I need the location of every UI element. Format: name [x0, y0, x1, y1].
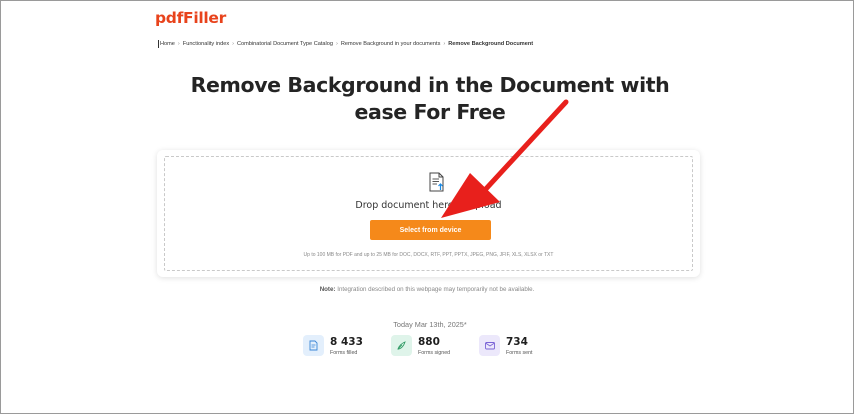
breadcrumb-home[interactable]: Home — [160, 41, 175, 47]
breadcrumb-separator: › — [336, 41, 338, 47]
breadcrumb-separator: › — [443, 41, 446, 47]
breadcrumb-separator: › — [177, 41, 180, 47]
page-title: Remove Background in the Document with e… — [160, 72, 700, 126]
today-date: Today Mar 13th, 2025* — [393, 320, 467, 329]
stat-label: Forms sent — [506, 349, 533, 356]
drop-instruction: Drop document here to upload — [355, 200, 502, 211]
send-icon — [479, 335, 500, 356]
stat-forms-filled: 8 433 Forms filled — [303, 335, 363, 356]
stat-value: 8 433 — [330, 335, 363, 348]
stat-value: 734 — [506, 335, 528, 348]
page-title-line-2: ease For Free — [354, 100, 506, 124]
page-title-line-1: Remove Background in the Document with — [190, 73, 670, 97]
upload-card: Drop document here to upload Select from… — [157, 150, 700, 277]
note-text: Integration described on this webpage ma… — [335, 286, 535, 293]
breadcrumb-catalog[interactable]: Combinatorial Document Type Catalog — [237, 41, 333, 47]
stat-label: Forms signed — [418, 349, 451, 356]
stat-forms-sent: 734 Forms sent — [479, 335, 533, 356]
upload-limits: Up to 100 MB for PDF and up to 25 MB for… — [303, 252, 554, 258]
stat-label: Forms filled — [330, 349, 358, 356]
breadcrumb: Home › Functionality index › Combinatori… — [158, 40, 533, 48]
upload-dropzone[interactable]: Drop document here to upload Select from… — [164, 156, 693, 271]
signature-icon — [391, 335, 412, 356]
note-label: Note: — [319, 286, 336, 293]
document-upload-icon — [429, 172, 444, 192]
integration-note: Note: Integration described on this webp… — [0, 286, 854, 293]
stat-value: 880 — [418, 335, 440, 348]
breadcrumb-current: Remove Background Document — [448, 41, 534, 47]
stat-forms-signed: 880 Forms signed — [391, 335, 450, 356]
breadcrumb-separator: › — [232, 41, 235, 47]
select-from-device-button[interactable]: Select from device — [370, 220, 491, 240]
text-cursor — [158, 40, 159, 48]
breadcrumb-functionality-index[interactable]: Functionality index — [183, 41, 229, 47]
pdffiller-logo[interactable]: pdfFiller — [155, 9, 226, 27]
form-icon — [303, 335, 324, 356]
breadcrumb-remove-background[interactable]: Remove Background in your documents — [341, 41, 441, 47]
